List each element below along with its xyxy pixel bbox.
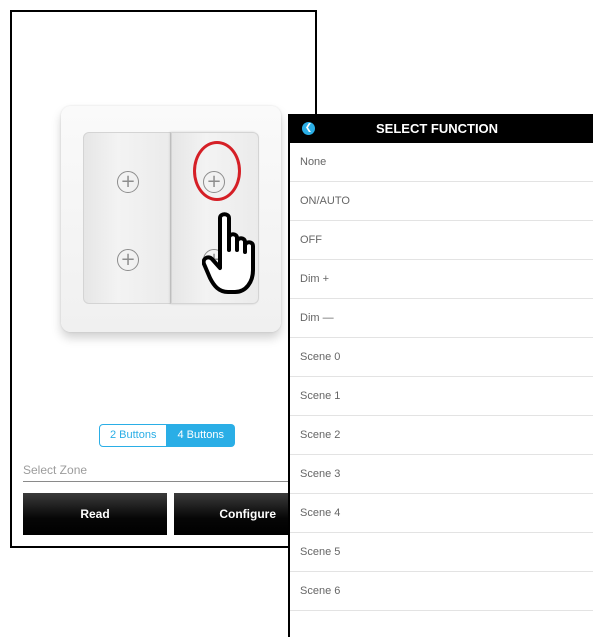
select-function-panel: ❮ SELECT FUNCTION None ON/AUTO OFF Dim +… bbox=[288, 114, 593, 637]
function-item-scene-1[interactable]: Scene 1 bbox=[290, 377, 593, 416]
function-item-off[interactable]: OFF bbox=[290, 221, 593, 260]
function-item-scene-3[interactable]: Scene 3 bbox=[290, 455, 593, 494]
rocker-left[interactable]: + + bbox=[83, 132, 171, 304]
panel-title: SELECT FUNCTION bbox=[376, 121, 499, 136]
function-item-scene-4[interactable]: Scene 4 bbox=[290, 494, 593, 533]
phone-screen: + + + + 2 Buttons 4 Buttons Read Configu… bbox=[10, 10, 317, 548]
function-item-none[interactable]: None bbox=[290, 143, 593, 182]
back-arrow-icon[interactable]: ❮ bbox=[302, 122, 315, 135]
read-button[interactable]: Read bbox=[23, 493, 167, 535]
function-item-on-auto[interactable]: ON/AUTO bbox=[290, 182, 593, 221]
function-item-scene-2[interactable]: Scene 2 bbox=[290, 416, 593, 455]
two-buttons-option[interactable]: 2 Buttons bbox=[99, 424, 168, 447]
highlight-circle bbox=[193, 141, 241, 201]
function-item-dim-plus[interactable]: Dim + bbox=[290, 260, 593, 299]
plus-circle-icon[interactable]: + bbox=[117, 171, 139, 193]
pointing-hand-icon bbox=[202, 212, 255, 294]
function-list: None ON/AUTO OFF Dim + Dim — Scene 0 Sce… bbox=[290, 143, 593, 611]
function-item-scene-5[interactable]: Scene 5 bbox=[290, 533, 593, 572]
function-item-scene-0[interactable]: Scene 0 bbox=[290, 338, 593, 377]
function-item-scene-6[interactable]: Scene 6 bbox=[290, 572, 593, 611]
panel-header: ❮ SELECT FUNCTION bbox=[290, 114, 593, 143]
plus-circle-icon[interactable]: + bbox=[117, 249, 139, 271]
function-item-dim-minus[interactable]: Dim — bbox=[290, 299, 593, 338]
select-zone-input[interactable] bbox=[23, 458, 313, 482]
buttons-count-toggle: 2 Buttons 4 Buttons bbox=[99, 424, 235, 447]
four-buttons-option[interactable]: 4 Buttons bbox=[167, 424, 235, 447]
